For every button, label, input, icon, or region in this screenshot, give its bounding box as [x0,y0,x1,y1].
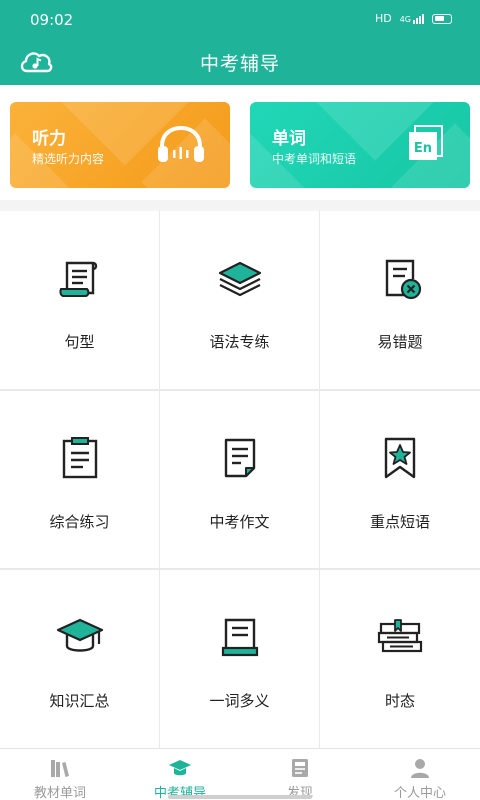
grid-item-grammar[interactable]: 语法专练 [160,211,319,389]
status-bar: 09:02 HD 4G [0,0,480,40]
tab-textbook-words[interactable]: 教材单词 [0,749,120,800]
listening-subtitle: 精选听力内容 [32,152,105,166]
page-title: 中考辅导 [199,53,280,75]
grid-item-polysemy[interactable]: 一词多义 [160,570,319,748]
grid-item-essay[interactable]: 中考作文 [160,391,319,568]
scroll-icon [58,261,97,297]
network-label: HD [374,12,392,25]
books-stack-icon [377,619,423,653]
tab-exam-tutoring[interactable]: 中考辅导 [120,749,240,800]
listening-banner[interactable]: 听力 精选听力内容 [10,102,230,188]
grad-cap-icon [56,618,103,652]
grid-label: 知识汇总 [49,692,110,710]
bookmark-star-icon [384,437,416,479]
signal-label: 4G [399,14,411,24]
grid-label: 易错题 [377,333,423,351]
book-icon [221,618,258,657]
bookshelf-icon [51,760,69,777]
grid-label: 语法专练 [209,333,270,351]
news-icon [292,759,308,777]
words-subtitle: 中考单词和短语 [272,152,357,166]
status-time: 09:02 [30,11,74,29]
grid-label: 一词多义 [209,692,270,710]
words-title: 单词 [272,129,306,149]
wrong-doc-icon [385,259,422,300]
tab-profile[interactable]: 个人中心 [360,749,480,800]
status-icons: HD 4G [375,12,452,25]
home-indicator[interactable] [168,795,312,799]
clipboard-icon [62,437,97,479]
words-banner[interactable]: 单词 中考单词和短语 En [250,102,470,188]
grid-item-mistakes[interactable]: 易错题 [320,211,480,389]
feature-grid: 句型 语法专练 易错题 综合练习 中考作文 重点短语 知识汇总 一词多义 时态 [0,211,480,748]
layers-icon [218,261,261,297]
battery-icon [432,13,452,24]
grid-label: 综合练习 [49,513,110,531]
grid-item-sentence[interactable]: 句型 [0,211,159,389]
grid-item-tense[interactable]: 时态 [320,570,480,748]
banner-section: 听力 精选听力内容 单词 中考单词和短语 En [0,85,480,200]
grad-cap-icon [169,760,191,776]
grid-item-practice[interactable]: 综合练习 [0,391,159,568]
grid-label: 句型 [64,333,95,351]
app-bar: 中考辅导 [0,40,480,85]
headphones-icon [158,125,204,162]
grid-item-knowledge[interactable]: 知识汇总 [0,570,159,748]
tab-label: 教材单词 [33,786,86,800]
grid-item-phrases[interactable]: 重点短语 [320,391,480,568]
document-icon [224,438,255,478]
en-label: En [414,141,432,156]
grid-label: 重点短语 [369,513,430,531]
grid-label: 时态 [384,692,415,710]
bottom-tab-bar: 教材单词 中考辅导 发现 个人中心 [0,748,480,800]
tab-discover[interactable]: 发现 [240,749,360,800]
grid-label: 中考作文 [209,513,270,531]
person-icon [411,759,429,778]
listening-title: 听力 [32,129,66,149]
tab-label: 个人中心 [393,786,446,800]
en-book-icon: En [409,125,443,160]
signal-icon: 4G [399,13,424,24]
